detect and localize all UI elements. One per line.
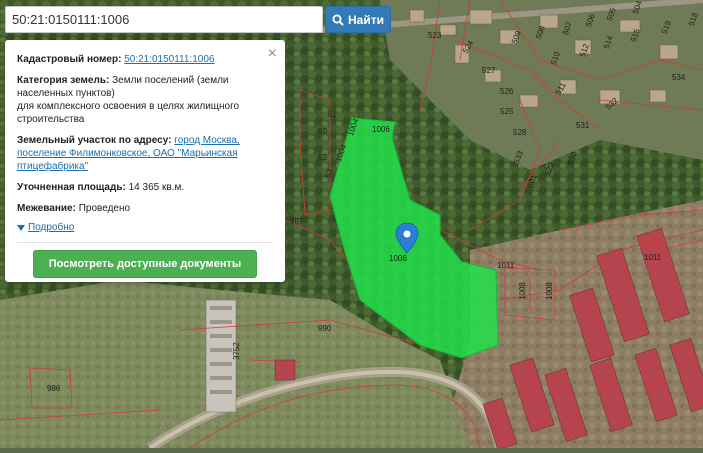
svg-text:528: 528 xyxy=(513,128,527,137)
cadastral-number-row: Кадастровый номер: 50:21:0150111:1006 xyxy=(17,53,273,66)
land-category-value-4: строительства xyxy=(17,114,85,125)
address-link[interactable]: город Москва, xyxy=(174,135,239,146)
svg-text:60: 60 xyxy=(318,127,327,136)
svg-text:62: 62 xyxy=(318,153,327,162)
area-label: Уточненная площадь: xyxy=(17,182,126,193)
search-button-label: Найти xyxy=(348,12,384,27)
svg-text:1008: 1008 xyxy=(545,282,554,300)
svg-text:534: 534 xyxy=(672,73,686,82)
address-row: Земельный участок по адресу: город Москв… xyxy=(17,134,273,173)
svg-text:526: 526 xyxy=(500,87,514,96)
cadastral-number-link[interactable]: 50:21:0150111:1006 xyxy=(124,54,214,65)
details-link[interactable]: Подробно xyxy=(28,221,74,234)
address-label: Земельный участок по адресу: xyxy=(17,135,172,146)
land-category-value: Земли поселений (земли xyxy=(112,75,229,86)
svg-text:1011: 1011 xyxy=(497,261,515,270)
svg-text:1006: 1006 xyxy=(372,125,390,134)
cadastral-number-label: Кадастровый номер: xyxy=(17,54,122,65)
svg-text:1011: 1011 xyxy=(644,253,662,262)
svg-text:61: 61 xyxy=(328,110,337,119)
svg-text:990: 990 xyxy=(318,324,332,333)
close-icon[interactable]: × xyxy=(268,46,277,62)
land-category-row: Категория земель: Земли поселений (земли… xyxy=(17,74,273,126)
land-category-value-2: населенных пунктов) xyxy=(17,88,115,99)
search-input[interactable] xyxy=(5,6,323,33)
land-category-value-3: для комплексного освоения в целях жилищн… xyxy=(17,101,240,112)
survey-label: Межевание: xyxy=(17,203,76,214)
address-link-3[interactable]: птицефабрика" xyxy=(17,161,88,172)
svg-text:531: 531 xyxy=(576,121,590,130)
survey-value: Проведено xyxy=(78,203,131,214)
search-button[interactable]: Найти xyxy=(325,6,391,33)
svg-text:525: 525 xyxy=(500,107,514,116)
svg-text:987: 987 xyxy=(290,217,304,226)
survey-row: Межевание: Проведено xyxy=(17,202,273,215)
area-value: 14 365 кв.м. xyxy=(128,182,185,193)
view-documents-button[interactable]: Посмотреть доступные документы xyxy=(33,250,257,278)
search-icon xyxy=(332,14,344,26)
svg-text:1008: 1008 xyxy=(518,282,527,300)
address-link-2[interactable]: поселение Филимонковское, ОАО "Марьинска… xyxy=(17,148,238,159)
parcel-info-panel: × Кадастровый номер: 50:21:0150111:1006 … xyxy=(5,40,285,282)
triangle-down-icon xyxy=(17,224,25,231)
svg-text:986: 986 xyxy=(47,384,61,393)
details-toggle[interactable]: Подробно xyxy=(17,221,273,234)
divider xyxy=(17,242,273,243)
svg-text:527: 527 xyxy=(482,66,496,75)
area-row: Уточненная площадь: 14 365 кв.м. xyxy=(17,181,273,194)
svg-text:3752: 3752 xyxy=(232,342,241,360)
land-category-label: Категория земель: xyxy=(17,75,110,86)
svg-text:1006: 1006 xyxy=(389,254,407,263)
svg-text:523: 523 xyxy=(428,31,442,40)
